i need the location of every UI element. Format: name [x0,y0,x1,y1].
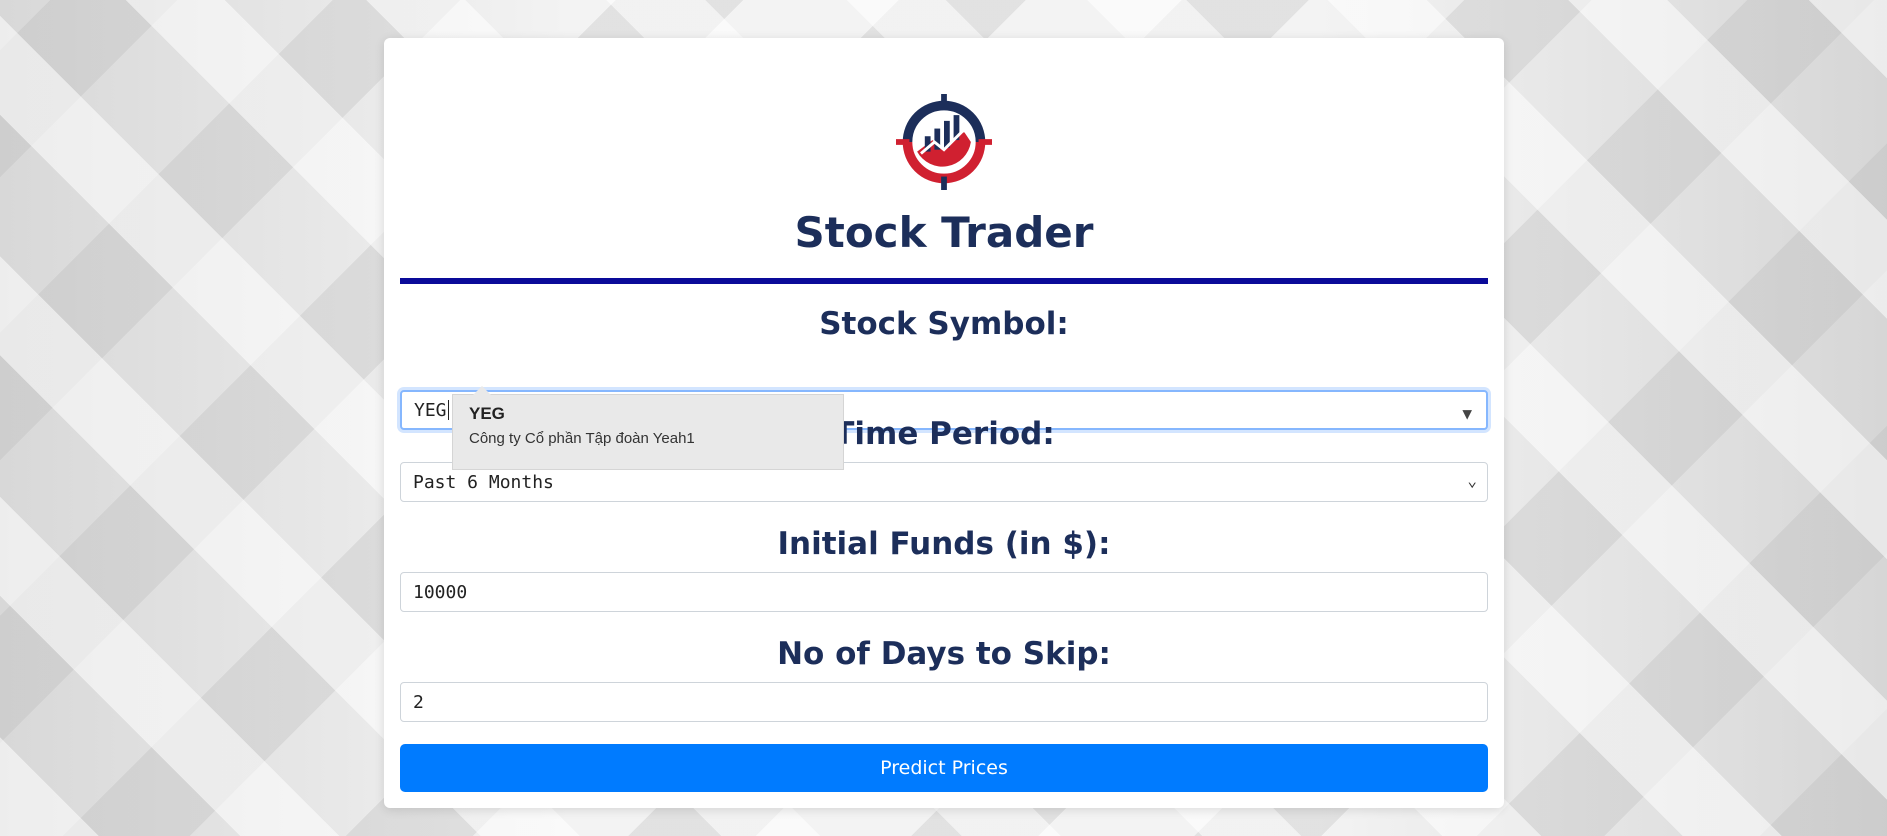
title-divider [400,278,1488,284]
initial-funds-label: Initial Funds (in $): [777,526,1111,562]
chevron-down-icon: ⌄ [1467,471,1477,490]
days-to-skip-label: No of Days to Skip: [777,636,1111,672]
days-to-skip-value: 2 [413,691,424,713]
stock-trader-logo [896,94,992,190]
time-period-value: Past 6 Months [413,471,554,493]
symbol-autocomplete-dropdown: YEG Công ty Cổ phần Tập đoàn Yeah1 [452,386,844,470]
predict-prices-button[interactable]: Predict Prices [400,744,1488,792]
initial-funds-input[interactable]: 10000 [400,572,1488,612]
stock-symbol-label: Stock Symbol: [819,306,1069,342]
autocomplete-option[interactable]: YEG Công ty Cổ phần Tập đoàn Yeah1 [469,404,827,447]
app-title: Stock Trader [794,208,1094,257]
autocomplete-option-symbol: YEG [469,404,505,423]
autocomplete-option-company-name: Công ty Cổ phần Tập đoàn Yeah1 [469,430,695,447]
days-to-skip-input[interactable]: 2 [400,682,1488,722]
stock-trader-card: Stock Trader Stock Symbol: YEG ▼ YEG Côn… [384,38,1504,808]
initial-funds-value: 10000 [413,581,468,603]
